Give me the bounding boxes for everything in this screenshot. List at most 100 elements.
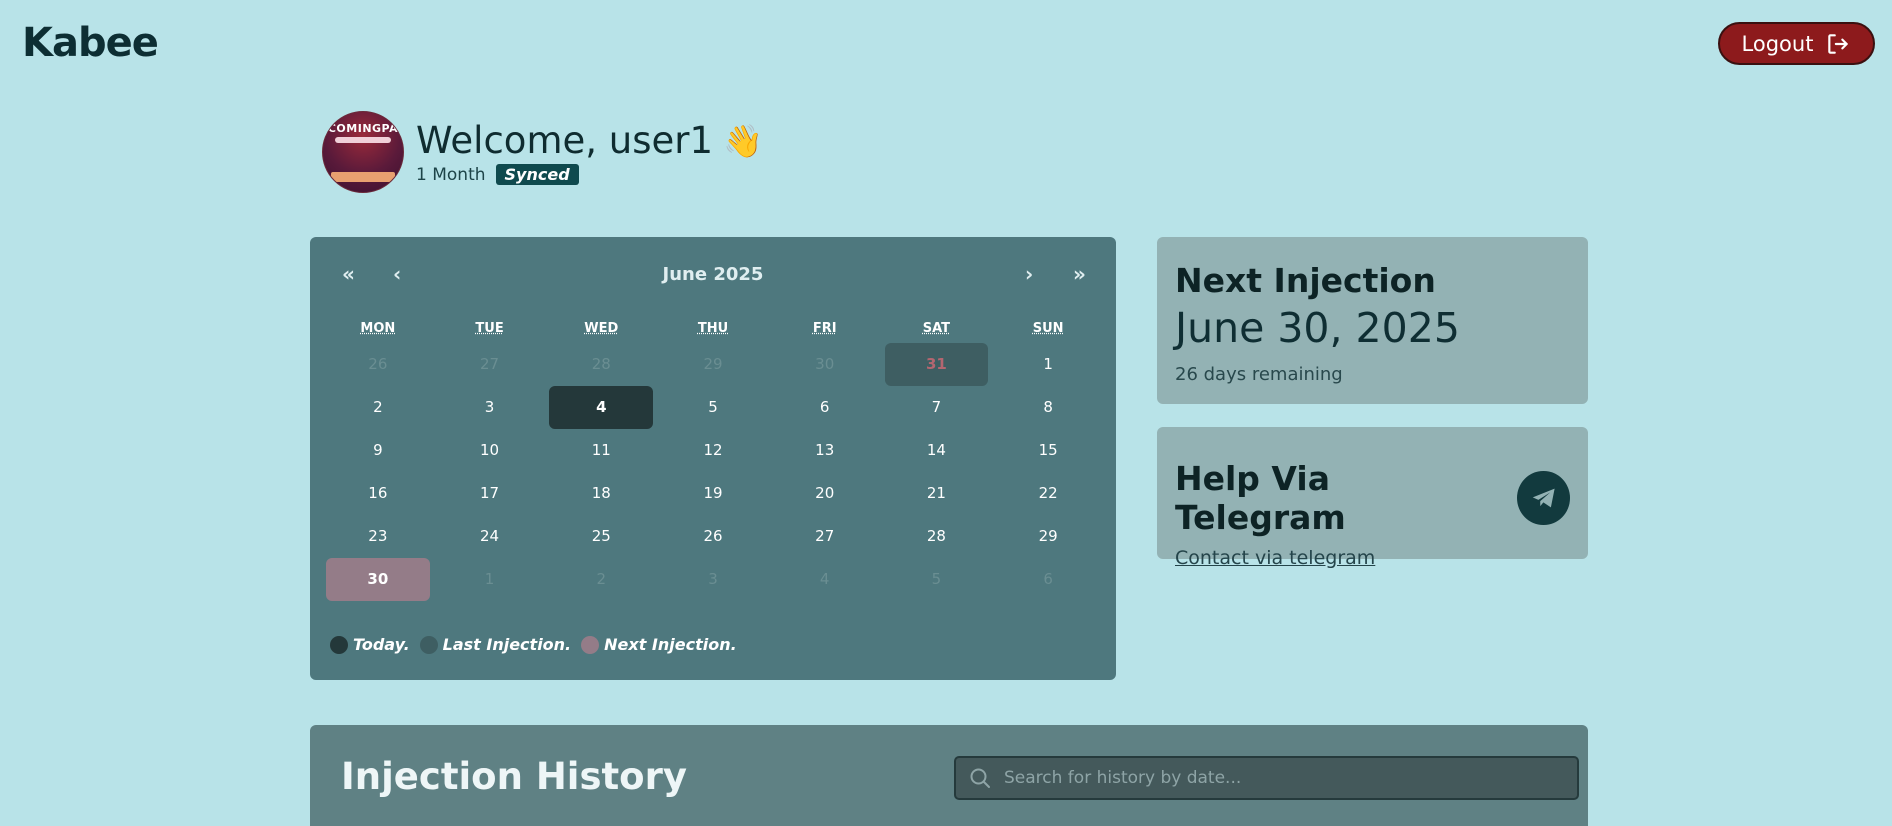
calendar-day[interactable]: 23 bbox=[326, 515, 430, 558]
history-search[interactable] bbox=[954, 756, 1579, 800]
calendar-day[interactable]: 27 bbox=[438, 343, 542, 386]
history-heading: Injection History bbox=[341, 755, 687, 798]
weekday-label: WED bbox=[584, 321, 619, 336]
avatar-floor bbox=[331, 172, 395, 182]
telegram-heading: Help Via Telegram bbox=[1175, 459, 1346, 537]
calendar-day[interactable]: 28 bbox=[885, 515, 989, 558]
calendar-day[interactable]: 3 bbox=[661, 558, 765, 601]
calendar-day-last-injection[interactable]: 31 bbox=[884, 343, 989, 386]
weekday-label: MON bbox=[360, 321, 396, 336]
next-month-button[interactable]: › bbox=[1025, 262, 1033, 286]
weekday-label: FRI bbox=[812, 321, 837, 336]
calendar-week: 30 1 2 3 4 5 6 bbox=[322, 558, 1104, 601]
welcome-block: Welcome, user1 👋 1 Month Synced bbox=[416, 111, 763, 185]
status-badge: Synced bbox=[495, 164, 579, 185]
calendar-day[interactable]: 4 bbox=[773, 558, 877, 601]
calendar: « ‹ June 2025 › » MON TUE WED THU FRI SAT SUN … bbox=[310, 237, 1116, 680]
next-injection-heading: Next Injection bbox=[1175, 261, 1436, 300]
calendar-legend: Today. Last Injection. Next Injection. bbox=[330, 635, 737, 654]
avatar-text: COMINGPA bbox=[327, 122, 399, 135]
calendar-day[interactable]: 14 bbox=[885, 429, 989, 472]
calendar-weeks: 26 27 28 29 30 31 1 2 3 4 5 6 7 8 9 10 11 12 13 14 15 16 17 18 1… bbox=[322, 343, 1104, 601]
weekday-header: MON TUE WED THU FRI SAT SUN bbox=[322, 315, 1104, 343]
calendar-day[interactable]: 6 bbox=[996, 558, 1100, 601]
legend-dot bbox=[419, 635, 438, 654]
legend-dot bbox=[581, 635, 600, 654]
legend-label: Last Injection. bbox=[442, 635, 572, 654]
calendar-day[interactable]: 30 bbox=[773, 343, 877, 386]
days-remaining: 26 days remaining bbox=[1175, 364, 1343, 385]
calendar-day[interactable]: 6 bbox=[773, 386, 877, 429]
calendar-week: 2345678 bbox=[322, 386, 1104, 429]
calendar-week: 9 10 11 12 13 14 15 bbox=[322, 429, 1104, 472]
calendar-week: 26 27 28 29 30 31 1 bbox=[322, 343, 1104, 386]
telegram-card: Help Via Telegram Contact via telegram bbox=[1157, 427, 1588, 569]
profile-header: COMINGPA Welcome, user1 👋 1 Month Synced bbox=[322, 111, 763, 193]
history-search-input[interactable] bbox=[1004, 768, 1544, 788]
calendar-day[interactable]: 20 bbox=[773, 472, 877, 515]
calendar-day-today[interactable]: 4 bbox=[549, 386, 654, 429]
app-logo[interactable]: Kabee bbox=[22, 20, 159, 66]
calendar-grid: MON TUE WED THU FRI SAT SUN 26 27 28 29 30 31 1 2 3 4 5 6… bbox=[322, 315, 1104, 601]
weekday-label: TUE bbox=[475, 321, 504, 336]
calendar-nav: « ‹ June 2025 › » bbox=[310, 262, 1116, 292]
legend-dot bbox=[330, 635, 348, 654]
search-icon bbox=[970, 768, 990, 788]
calendar-day[interactable]: 29 bbox=[661, 343, 765, 386]
calendar-day[interactable]: 7 bbox=[885, 386, 989, 429]
logout-label: Logout bbox=[1741, 31, 1814, 56]
calendar-day[interactable]: 1 bbox=[438, 558, 542, 601]
calendar-day[interactable]: 26 bbox=[326, 343, 430, 386]
calendar-week: 16 17 18 19 20 21 22 bbox=[322, 472, 1104, 515]
calendar-day[interactable]: 3 bbox=[438, 386, 542, 429]
calendar-day[interactable]: 1 bbox=[996, 343, 1100, 386]
calendar-day[interactable]: 26 bbox=[661, 515, 765, 558]
next-year-button[interactable]: » bbox=[1073, 262, 1086, 286]
calendar-day[interactable]: 15 bbox=[996, 429, 1100, 472]
calendar-day[interactable]: 25 bbox=[549, 515, 653, 558]
calendar-day[interactable]: 22 bbox=[996, 472, 1100, 515]
calendar-day[interactable]: 28 bbox=[549, 343, 653, 386]
welcome-text: Welcome, user1 bbox=[416, 119, 714, 162]
subscription-info: 1 Month Synced bbox=[416, 164, 763, 185]
calendar-day[interactable]: 18 bbox=[549, 472, 653, 515]
logout-icon bbox=[1828, 33, 1849, 54]
calendar-day[interactable]: 19 bbox=[661, 472, 765, 515]
calendar-day[interactable]: 21 bbox=[885, 472, 989, 515]
calendar-day[interactable]: 2 bbox=[549, 558, 653, 601]
paper-plane-icon bbox=[1532, 488, 1555, 508]
calendar-day[interactable]: 17 bbox=[438, 472, 542, 515]
calendar-week: 23 24 25 26 27 28 29 bbox=[322, 515, 1104, 558]
calendar-day-next-injection[interactable]: 30 bbox=[326, 558, 430, 601]
legend-item: Next Injection. bbox=[581, 635, 737, 654]
calendar-day[interactable]: 5 bbox=[661, 386, 765, 429]
next-injection-date: June 30, 2025 bbox=[1175, 304, 1460, 352]
legend-label: Today. bbox=[353, 635, 410, 654]
telegram-header: Help Via Telegram bbox=[1175, 459, 1570, 537]
logout-button[interactable]: Logout bbox=[1718, 22, 1875, 65]
calendar-day[interactable]: 9 bbox=[326, 429, 430, 472]
calendar-day[interactable]: 29 bbox=[996, 515, 1100, 558]
calendar-day[interactable]: 10 bbox=[438, 429, 542, 472]
avatar[interactable]: COMINGPA bbox=[322, 111, 404, 193]
calendar-day[interactable]: 13 bbox=[773, 429, 877, 472]
next-injection-card: Next Injection June 30, 2025 26 days rem… bbox=[1157, 237, 1588, 404]
calendar-day[interactable]: 27 bbox=[773, 515, 877, 558]
plan-label: 1 Month bbox=[416, 164, 486, 185]
telegram-contact-link[interactable]: Contact via telegram bbox=[1175, 547, 1375, 569]
calendar-day[interactable]: 2 bbox=[326, 386, 430, 429]
injection-history-panel: Injection History bbox=[310, 725, 1588, 826]
calendar-day[interactable]: 8 bbox=[996, 386, 1100, 429]
calendar-day[interactable]: 16 bbox=[326, 472, 430, 515]
calendar-title[interactable]: June 2025 bbox=[310, 264, 1116, 285]
legend-item: Today. bbox=[330, 635, 410, 654]
legend-item: Last Injection. bbox=[419, 635, 572, 654]
calendar-day[interactable]: 11 bbox=[549, 429, 653, 472]
weekday-label: SAT bbox=[922, 321, 951, 336]
calendar-day[interactable]: 12 bbox=[661, 429, 765, 472]
calendar-day[interactable]: 5 bbox=[885, 558, 989, 601]
calendar-day[interactable]: 24 bbox=[438, 515, 542, 558]
legend-label: Next Injection. bbox=[604, 635, 737, 654]
telegram-icon[interactable] bbox=[1517, 471, 1570, 525]
weekday-label: SUN bbox=[1032, 321, 1064, 336]
